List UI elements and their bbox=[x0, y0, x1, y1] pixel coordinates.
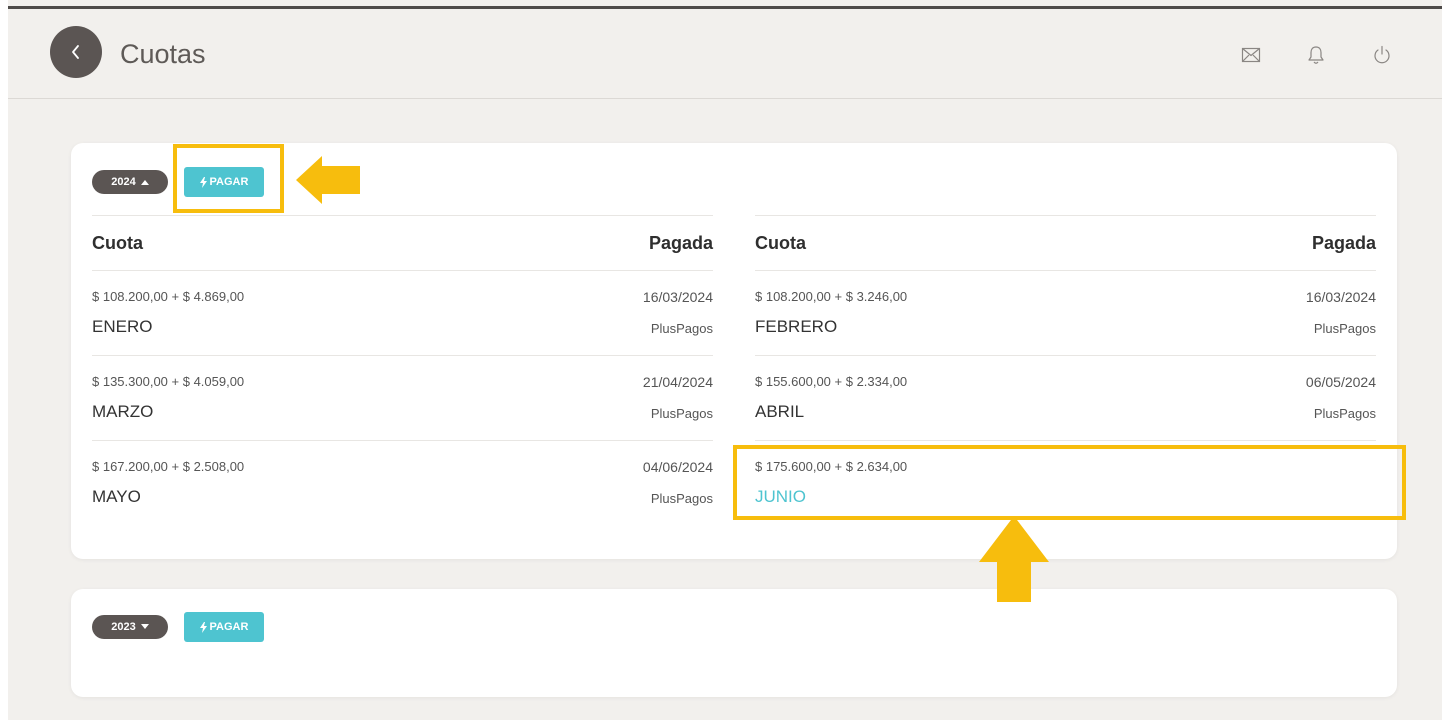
column-header: Cuota Pagada bbox=[92, 215, 713, 271]
payment-method: PlusPagos bbox=[1313, 406, 1376, 421]
installment-row-abril[interactable]: $ 155.600,00 + $ 2.334,00 ABRIL 06/05/20… bbox=[755, 356, 1376, 441]
pagada-header: Pagada bbox=[1311, 232, 1376, 253]
payment-date: 16/03/2024 bbox=[1305, 289, 1376, 305]
year-toggle-2023[interactable]: 2023 bbox=[92, 615, 168, 639]
payment-date: 04/06/2024 bbox=[642, 459, 713, 475]
year-label: 2023 bbox=[111, 621, 136, 633]
installment-row-enero[interactable]: $ 108.200,00 + $ 4.869,00 ENERO 16/03/20… bbox=[92, 271, 713, 356]
column-header: Cuota Pagada bbox=[755, 215, 1376, 271]
caret-up-icon bbox=[140, 180, 149, 185]
highlight-junio-row bbox=[733, 445, 1406, 520]
installment-amount: $ 167.200,00 + $ 2.508,00 bbox=[92, 459, 245, 474]
caret-down-icon bbox=[140, 624, 149, 629]
pay-button-2023[interactable]: PAGAR bbox=[184, 612, 264, 642]
notifications-button[interactable] bbox=[1304, 43, 1328, 67]
payment-method: PlusPagos bbox=[1313, 321, 1376, 336]
installment-amount: $ 108.200,00 + $ 4.869,00 bbox=[92, 289, 245, 304]
installment-amount: $ 155.600,00 + $ 2.334,00 bbox=[755, 374, 908, 389]
back-chevron-icon bbox=[72, 45, 79, 59]
window-left-edge bbox=[0, 0, 8, 720]
pagada-header: Pagada bbox=[648, 232, 713, 253]
payment-method: PlusPagos bbox=[650, 406, 713, 421]
payment-date: 16/03/2024 bbox=[642, 289, 713, 305]
highlight-pay-button bbox=[173, 144, 284, 213]
page-title: Cuotas bbox=[120, 39, 206, 69]
installment-month: ABRIL bbox=[755, 402, 805, 421]
installments-column-left: Cuota Pagada $ 108.200,00 + $ 4.869,00 E… bbox=[92, 215, 713, 526]
installment-row-febrero[interactable]: $ 108.200,00 + $ 3.246,00 FEBRERO 16/03/… bbox=[755, 271, 1376, 356]
installment-month: ENERO bbox=[92, 317, 153, 336]
installment-row-mayo[interactable]: $ 167.200,00 + $ 2.508,00 MAYO 04/06/202… bbox=[92, 441, 713, 526]
installment-row-marzo[interactable]: $ 135.300,00 + $ 4.059,00 MARZO 21/04/20… bbox=[92, 356, 713, 441]
payment-method: PlusPagos bbox=[650, 321, 713, 336]
arrow-left-icon bbox=[296, 156, 360, 204]
installment-month: MARZO bbox=[92, 402, 154, 421]
bell-icon bbox=[1308, 46, 1324, 64]
power-icon bbox=[1374, 45, 1390, 64]
messages-button[interactable] bbox=[1239, 43, 1263, 67]
pay-button-label: PAGAR bbox=[209, 621, 249, 633]
lightning-icon bbox=[199, 621, 207, 633]
mail-icon bbox=[1241, 47, 1261, 63]
year-toggle-2024[interactable]: 2024 bbox=[92, 170, 168, 194]
installment-amount: $ 108.200,00 + $ 3.246,00 bbox=[755, 289, 908, 304]
cuota-header: Cuota bbox=[755, 232, 806, 253]
year-card-2023: 2023 PAGAR bbox=[71, 589, 1397, 697]
payment-date: 06/05/2024 bbox=[1305, 374, 1376, 390]
installment-month: MAYO bbox=[92, 487, 141, 506]
installment-month: FEBRERO bbox=[755, 317, 838, 336]
year-label: 2024 bbox=[111, 176, 136, 188]
installment-amount: $ 135.300,00 + $ 4.059,00 bbox=[92, 374, 245, 389]
payment-date: 21/04/2024 bbox=[642, 374, 713, 390]
payment-method: PlusPagos bbox=[650, 491, 713, 506]
arrow-up-icon bbox=[979, 516, 1049, 602]
cuota-header: Cuota bbox=[92, 232, 143, 253]
logout-button[interactable] bbox=[1370, 43, 1394, 67]
app-header: Cuotas bbox=[8, 9, 1442, 99]
back-button[interactable] bbox=[50, 26, 102, 78]
